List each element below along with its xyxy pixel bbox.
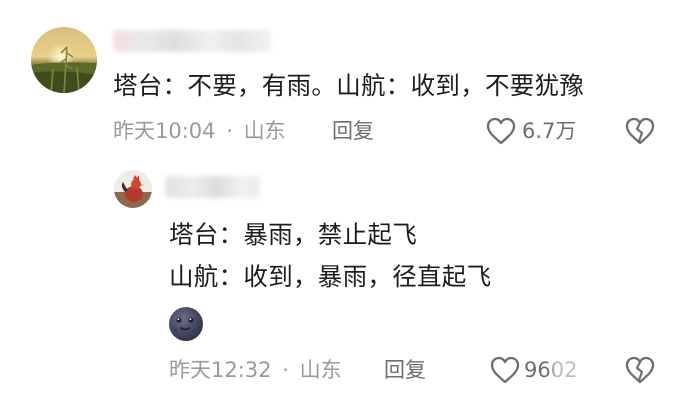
reply-meta: 昨天12:32 · 山东 (169, 357, 342, 383)
reply-dislike-button[interactable] (624, 355, 656, 389)
broken-heart-icon (625, 356, 655, 384)
avatar[interactable] (31, 27, 97, 93)
dislike-button[interactable] (624, 116, 656, 150)
comment-time: 昨天10:04 (113, 119, 216, 143)
reply-username-blurred[interactable] (165, 176, 260, 198)
reply-time: 昨天12:32 (169, 358, 272, 382)
reply-like-button[interactable] (489, 355, 521, 389)
reply-location: 山东 (299, 358, 342, 382)
rooster-avatar-icon (114, 170, 152, 208)
comment-location: 山东 (243, 119, 286, 143)
sunset-field-avatar-icon (31, 27, 97, 93)
meta-separator: · (282, 358, 289, 382)
comment-text: 塔台：不要，有雨。山航：收到，不要犹豫 (113, 71, 585, 100)
reply-text-line-2: 山航：收到，暴雨，径直起飞 (169, 262, 492, 291)
moon-face-emoji-icon (166, 304, 206, 348)
reply-text-line-1: 塔台：暴雨，禁止起飞 (169, 220, 417, 249)
heart-icon (486, 117, 516, 145)
reply-avatar[interactable] (114, 170, 152, 208)
watermark-overlay (552, 356, 612, 386)
heart-icon (490, 356, 520, 384)
comment-meta: 昨天10:04 · 山东 (113, 118, 286, 144)
broken-heart-icon (625, 117, 655, 145)
like-count: 6.7万 (522, 119, 577, 143)
reply-button[interactable]: 回复 (332, 118, 374, 144)
meta-separator: · (226, 119, 233, 143)
like-button[interactable] (485, 116, 517, 150)
username-blurred[interactable] (113, 30, 271, 52)
reply-reply-button[interactable]: 回复 (384, 357, 426, 383)
